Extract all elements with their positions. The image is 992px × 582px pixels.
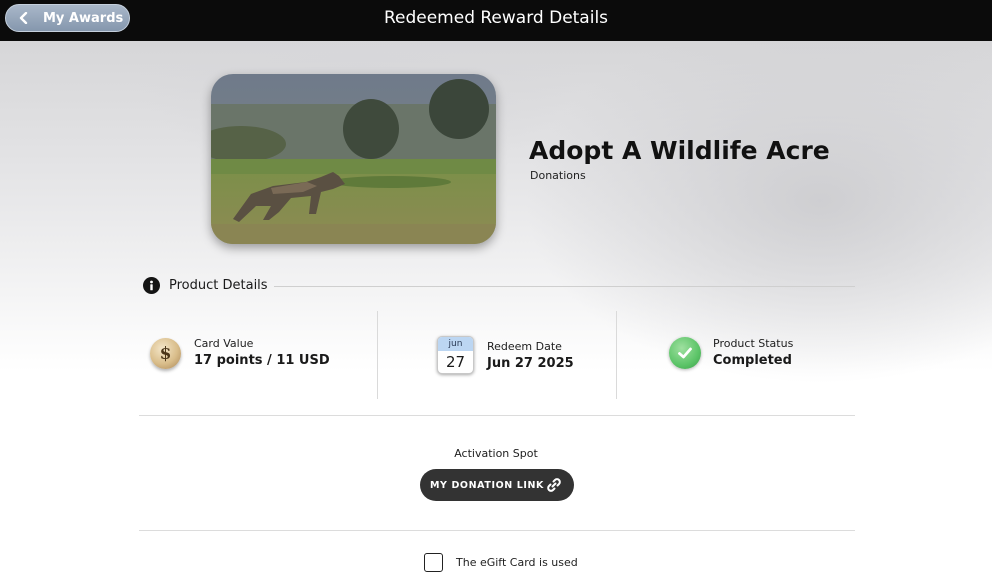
- top-bar: Redeemed Reward Details My Awards: [0, 0, 992, 41]
- section-title: Product Details: [169, 278, 268, 293]
- card-value: 17 points / 11 USD: [194, 353, 330, 368]
- dollar-coin-icon: $: [150, 338, 181, 369]
- product-category: Donations: [530, 169, 586, 182]
- calendar-icon: jun 27: [437, 336, 474, 374]
- product-status: Completed: [713, 353, 792, 368]
- chevron-left-icon: [17, 11, 31, 25]
- product-name: Adopt A Wildlife Acre: [529, 136, 830, 165]
- link-icon: [546, 477, 562, 493]
- egift-used-row: The eGift Card is used: [424, 553, 578, 572]
- card-value-label: Card Value: [194, 337, 254, 350]
- egift-used-label: The eGift Card is used: [456, 556, 578, 569]
- calendar-month: jun: [438, 337, 473, 351]
- back-button-label: My Awards: [43, 10, 124, 26]
- product-image: [211, 74, 496, 244]
- redeem-date-label: Redeem Date: [487, 340, 562, 353]
- divider: [139, 530, 855, 531]
- donation-link-button[interactable]: MY DONATION LINK: [420, 469, 574, 501]
- page-title: Redeemed Reward Details: [383, 8, 609, 28]
- egift-used-checkbox[interactable]: [424, 553, 443, 572]
- product-details-header: Product Details: [143, 277, 268, 294]
- check-circle-icon: [669, 337, 701, 369]
- section-divider: [274, 286, 855, 287]
- column-divider: [616, 311, 617, 399]
- product-status-label: Product Status: [713, 337, 794, 350]
- back-button[interactable]: My Awards: [5, 4, 130, 32]
- redeem-date: Jun 27 2025: [487, 356, 574, 371]
- donation-link-button-label: MY DONATION LINK: [430, 479, 545, 491]
- column-divider: [377, 311, 378, 399]
- divider: [139, 415, 855, 416]
- info-icon: [143, 277, 160, 294]
- calendar-day: 27: [445, 353, 466, 371]
- activation-spot-label: Activation Spot: [454, 447, 538, 460]
